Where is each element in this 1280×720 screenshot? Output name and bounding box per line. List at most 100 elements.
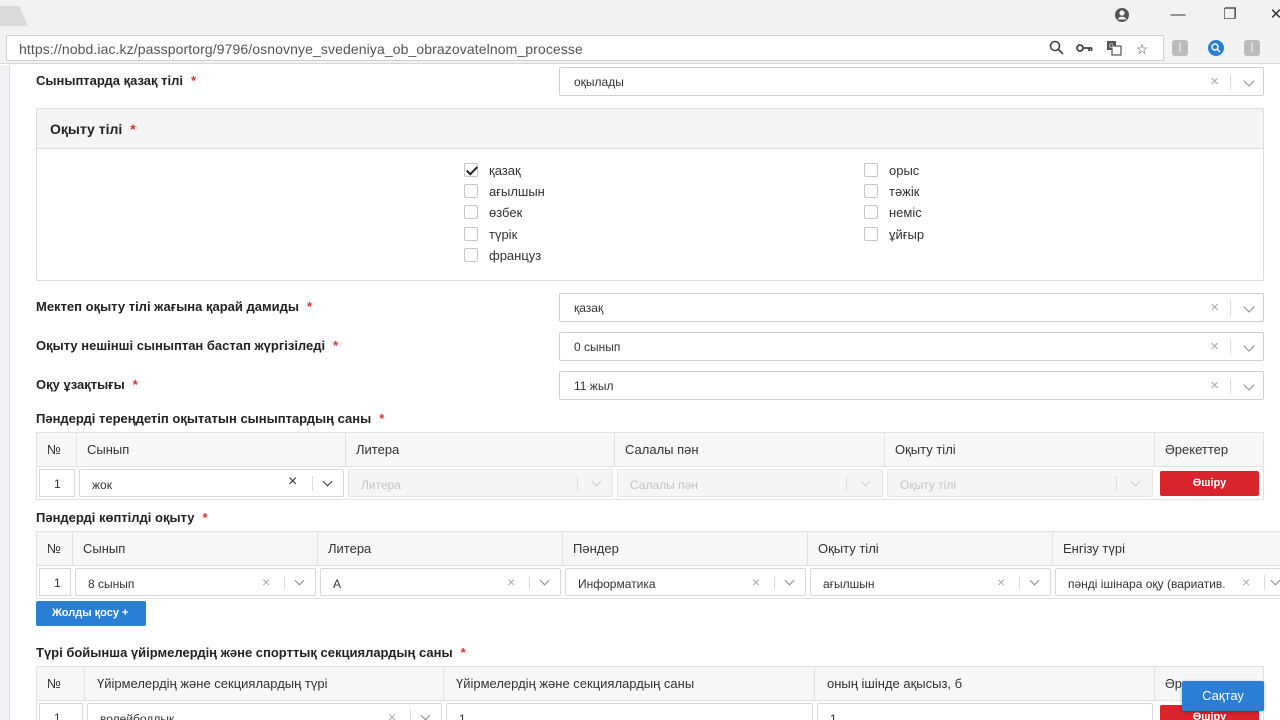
- clubs-free-input[interactable]: 1: [817, 703, 1153, 720]
- deep-study-subject-select: Салалы пән: [617, 469, 883, 497]
- checkbox-uzbek[interactable]: өзбек: [464, 205, 522, 220]
- duration-label: Оқу ұзақтығы *: [36, 377, 138, 392]
- left-sidebar-edge: [0, 65, 10, 720]
- checkbox-german[interactable]: неміс: [864, 205, 922, 220]
- multilingual-type-select[interactable]: пәнді ішінара оқу (вариатив. ×: [1055, 568, 1280, 596]
- chevron-down-icon: [860, 476, 871, 487]
- clubs-title: Түрі бойынша үйірмелердің және спорттық …: [36, 645, 466, 660]
- checkbox-kazakh[interactable]: қазақ: [464, 163, 521, 178]
- key-icon[interactable]: [1075, 40, 1093, 58]
- clear-icon[interactable]: ×: [288, 473, 297, 491]
- chevron-down-icon[interactable]: [322, 476, 333, 487]
- kazakh-in-classes-label: Сыныптарда қазақ тілі *: [36, 73, 197, 88]
- multilingual-subject-select[interactable]: Информатика ×: [565, 568, 806, 596]
- chevron-down-icon[interactable]: [1029, 575, 1040, 586]
- multilingual-class-select[interactable]: 8 сынып ×: [75, 568, 316, 596]
- column-header: Сынып: [73, 532, 318, 566]
- checkbox-french[interactable]: француз: [464, 248, 541, 263]
- chevron-down-icon: [591, 476, 602, 487]
- deep-study-class-select[interactable]: жок ×: [79, 469, 344, 497]
- save-button[interactable]: Сақтау: [1182, 681, 1264, 711]
- chevron-down-icon[interactable]: [784, 575, 795, 586]
- browser-titlebar: — ❐ ✕: [0, 0, 1280, 32]
- school-develops-label: Мектеп оқыту тілі жағына қарай дамиды *: [36, 299, 313, 314]
- start-class-label: Оқыту нешінші сыныптан бастап жүргізілед…: [36, 338, 339, 353]
- chevron-down-icon[interactable]: [1243, 301, 1255, 313]
- checkbox-uyghur[interactable]: ұйғыр: [864, 227, 924, 242]
- table-header: № Сынып Литера Салалы пән Оқыту тілі Әре…: [37, 433, 1263, 467]
- chevron-down-icon[interactable]: [539, 575, 550, 586]
- checkbox-russian[interactable]: орыс: [864, 163, 919, 178]
- column-header: Оқыту тілі: [808, 532, 1053, 566]
- deep-study-table: № Сынып Литера Салалы пән Оқыту тілі Әре…: [36, 432, 1264, 500]
- checkbox-turkish[interactable]: түрік: [464, 227, 517, 242]
- deep-study-language-select: Оқыту тілі: [887, 469, 1153, 497]
- checkbox-tajik[interactable]: тәжік: [864, 184, 919, 199]
- delete-row-button[interactable]: Өшіру: [1160, 471, 1259, 496]
- restore-button[interactable]: ❐: [1216, 4, 1244, 26]
- column-header: Сынып: [77, 433, 346, 467]
- chevron-down-icon[interactable]: [1243, 75, 1255, 87]
- checkbox-english[interactable]: ағылшын: [464, 184, 545, 199]
- deep-study-title: Пәндерді тереңдетіп оқытатын сыныптардың…: [36, 411, 385, 426]
- clear-icon[interactable]: ×: [1210, 377, 1219, 394]
- school-develops-select[interactable]: қазақ ×: [559, 293, 1264, 322]
- clubs-count-input[interactable]: 1: [446, 703, 813, 720]
- multilingual-title: Пәндерді көптілді оқыту *: [36, 510, 208, 525]
- zoom-icon[interactable]: [1047, 40, 1065, 58]
- column-header: Үйірмелердің және секциялардың саны: [444, 667, 815, 701]
- clubs-table: № Үйірмелердің және секциялардың түрі Үй…: [36, 666, 1264, 720]
- chevron-down-icon: [1130, 476, 1141, 487]
- multilingual-table: № Сынып Литера Пәндер Оқыту тілі Енгізу …: [36, 531, 1280, 599]
- chevron-down-icon[interactable]: [1243, 379, 1255, 391]
- minimize-button[interactable]: —: [1164, 4, 1192, 26]
- clear-icon[interactable]: ×: [1242, 574, 1250, 590]
- chevron-down-icon[interactable]: [1243, 340, 1255, 352]
- teaching-language-panel: Оқыту тілі *: [36, 108, 1264, 281]
- row-number: 1: [39, 469, 75, 497]
- clear-icon[interactable]: ×: [752, 574, 760, 590]
- row-number: 1: [39, 703, 83, 720]
- extension-menu-icon[interactable]: |: [1244, 40, 1260, 56]
- clear-icon[interactable]: ×: [388, 709, 396, 720]
- start-class-select[interactable]: 0 сынып ×: [559, 332, 1264, 361]
- chevron-down-icon[interactable]: [420, 710, 431, 720]
- star-icon[interactable]: ☆: [1133, 40, 1151, 58]
- clear-icon[interactable]: ×: [262, 574, 270, 590]
- column-header: оның ішінде ақысыз, б: [815, 667, 1155, 701]
- column-header: №: [37, 532, 73, 566]
- account-icon[interactable]: [1108, 4, 1136, 26]
- translate-icon[interactable]: G: [1105, 40, 1123, 58]
- clear-icon[interactable]: ×: [997, 574, 1005, 590]
- url-field[interactable]: https://nobd.iac.kz/passportorg/9796/osn…: [6, 35, 1164, 61]
- chevron-down-icon[interactable]: [294, 575, 305, 586]
- extension-icon[interactable]: |: [1172, 40, 1188, 56]
- extension-search-icon[interactable]: [1208, 40, 1224, 56]
- clubs-type-select[interactable]: волейбодлык ×: [87, 703, 442, 720]
- column-header: №: [37, 433, 77, 467]
- add-row-button[interactable]: Жолды қосу +: [36, 601, 146, 626]
- kazakh-in-classes-select[interactable]: оқылады ×: [559, 67, 1264, 96]
- column-header: Салалы пән: [615, 433, 885, 467]
- multilingual-litera-select[interactable]: А ×: [320, 568, 561, 596]
- chevron-down-icon[interactable]: [1270, 575, 1280, 586]
- column-header: Әрекеттер: [1165, 442, 1229, 457]
- clear-icon[interactable]: ×: [1210, 338, 1219, 355]
- teaching-language-title: Оқыту тілі *: [37, 109, 1263, 149]
- browser-tab[interactable]: [0, 6, 28, 26]
- row-number: 1: [39, 568, 71, 596]
- table-header: № Сынып Литера Пәндер Оқыту тілі Енгізу …: [37, 532, 1280, 566]
- clear-icon[interactable]: ×: [1210, 299, 1219, 316]
- table-header: № Үйірмелердің және секциялардың түрі Үй…: [37, 667, 1263, 701]
- column-header: Үйірмелердің және секциялардың түрі: [85, 667, 444, 701]
- column-header: Пәндер: [563, 532, 808, 566]
- multilingual-language-select[interactable]: ағылшын ×: [810, 568, 1051, 596]
- column-header: №: [37, 667, 85, 701]
- duration-select[interactable]: 11 жыл ×: [559, 371, 1264, 400]
- clear-icon[interactable]: ×: [507, 574, 515, 590]
- clear-icon[interactable]: ×: [1210, 73, 1219, 90]
- close-window-button[interactable]: ✕: [1262, 4, 1280, 26]
- url-text[interactable]: https://nobd.iac.kz/passportorg/9796/osn…: [19, 41, 583, 57]
- column-header: Литера: [346, 433, 615, 467]
- address-bar: https://nobd.iac.kz/passportorg/9796/osn…: [0, 32, 1280, 64]
